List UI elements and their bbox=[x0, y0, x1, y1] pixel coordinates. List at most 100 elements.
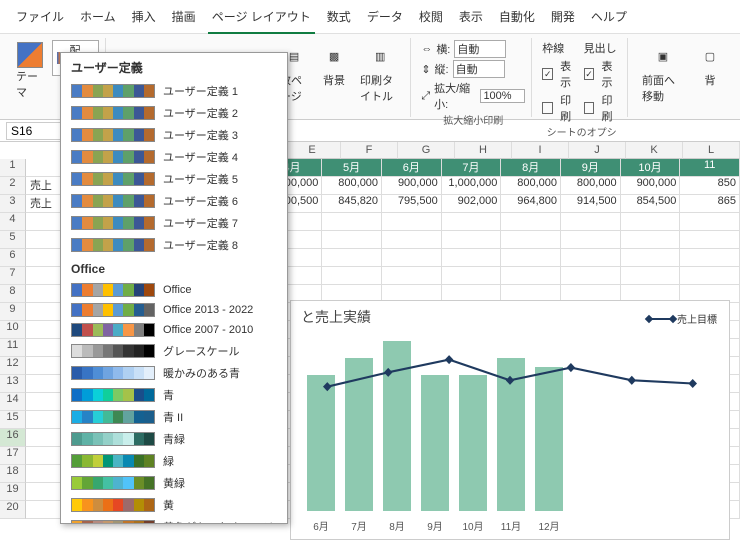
row-header-4[interactable]: 4 bbox=[0, 213, 26, 231]
office-color-item[interactable]: 黄 bbox=[61, 494, 287, 516]
user-color-item[interactable]: ユーザー定義 1 bbox=[61, 80, 287, 102]
menu-描画[interactable]: 描画 bbox=[164, 4, 204, 29]
row-header-7[interactable]: 7 bbox=[0, 267, 26, 285]
office-color-item[interactable]: Office 2013 - 2022 bbox=[61, 300, 287, 320]
row-header-6[interactable]: 6 bbox=[0, 249, 26, 267]
user-color-item[interactable]: ユーザー定義 6 bbox=[61, 190, 287, 212]
menu-ヘルプ[interactable]: ヘルプ bbox=[583, 4, 635, 29]
cell[interactable]: 8月 bbox=[501, 159, 561, 177]
color-swatch-strip bbox=[71, 323, 155, 337]
menu-数式[interactable]: 数式 bbox=[319, 4, 359, 29]
user-color-item[interactable]: ユーザー定義 8 bbox=[61, 234, 287, 256]
col-header-I[interactable]: I bbox=[512, 142, 569, 159]
cell[interactable]: 900,000 bbox=[621, 177, 681, 195]
row-header-20[interactable]: 20 bbox=[0, 501, 26, 519]
user-color-item[interactable]: ユーザー定義 5 bbox=[61, 168, 287, 190]
office-color-item[interactable]: グレースケール bbox=[61, 340, 287, 362]
office-color-item[interactable]: 黄緑 bbox=[61, 472, 287, 494]
col-header-E[interactable]: E bbox=[284, 142, 341, 159]
row-header-5[interactable]: 5 bbox=[0, 231, 26, 249]
menu-挿入[interactable]: 挿入 bbox=[124, 4, 164, 29]
row-header-17[interactable]: 17 bbox=[0, 447, 26, 465]
office-color-item[interactable]: 青 bbox=[61, 384, 287, 406]
cell[interactable]: 800,000 bbox=[561, 177, 621, 195]
cell[interactable]: 854,500 bbox=[621, 195, 681, 213]
cell[interactable]: 900,000 bbox=[382, 177, 442, 195]
cell[interactable]: 845,820 bbox=[322, 195, 382, 213]
cell[interactable]: 5月 bbox=[322, 159, 382, 177]
cell[interactable]: 850 bbox=[680, 177, 740, 195]
row-header-15[interactable]: 15 bbox=[0, 411, 26, 429]
row-header-13[interactable]: 13 bbox=[0, 375, 26, 393]
menu-データ[interactable]: データ bbox=[359, 4, 411, 29]
width-select[interactable]: 自動 bbox=[454, 40, 506, 58]
menu-開発[interactable]: 開発 bbox=[543, 4, 583, 29]
cell[interactable]: 9月 bbox=[561, 159, 621, 177]
chart-x-label: 11月 bbox=[497, 518, 525, 533]
cell[interactable]: 11 bbox=[680, 159, 740, 177]
cell[interactable]: 7月 bbox=[442, 159, 502, 177]
color-scheme-label: ユーザー定義 5 bbox=[163, 171, 277, 187]
office-color-item[interactable]: 黄色がかったオレンジ bbox=[61, 516, 287, 523]
send-back-button[interactable]: ▢背 bbox=[692, 40, 728, 90]
themes-button[interactable]: テーマ bbox=[12, 40, 48, 102]
cell[interactable]: 902,000 bbox=[442, 195, 502, 213]
office-color-item[interactable]: 暖かみのある青 bbox=[61, 362, 287, 384]
cell[interactable]: 800,000 bbox=[501, 177, 561, 195]
scale-input[interactable]: 100% bbox=[480, 89, 525, 103]
col-header-G[interactable]: G bbox=[398, 142, 455, 159]
row-header-3[interactable]: 3 bbox=[0, 195, 26, 213]
embedded-chart[interactable]: と売上実績 売上目標 6月7月8月9月10月11月12月 bbox=[290, 300, 730, 540]
office-color-item[interactable]: 青 II bbox=[61, 406, 287, 428]
row-header-19[interactable]: 19 bbox=[0, 483, 26, 501]
col-header-J[interactable]: J bbox=[569, 142, 626, 159]
row-header-12[interactable]: 12 bbox=[0, 357, 26, 375]
cell[interactable]: 800,000 bbox=[322, 177, 382, 195]
headings-print-checkbox[interactable] bbox=[584, 102, 595, 114]
menu-ファイル[interactable]: ファイル bbox=[8, 4, 72, 29]
office-color-item[interactable]: 緑 bbox=[61, 450, 287, 472]
gridlines-print-checkbox[interactable] bbox=[542, 102, 553, 114]
user-color-item[interactable]: ユーザー定義 2 bbox=[61, 102, 287, 124]
user-color-item[interactable]: ユーザー定義 7 bbox=[61, 212, 287, 234]
user-color-item[interactable]: ユーザー定義 3 bbox=[61, 124, 287, 146]
row-header-2[interactable]: 2 bbox=[0, 177, 26, 195]
print-titles-button[interactable]: ▥印刷タイトル bbox=[356, 40, 404, 106]
col-header-H[interactable]: H bbox=[455, 142, 512, 159]
color-swatch-strip bbox=[71, 432, 155, 446]
cell[interactable]: 795,500 bbox=[382, 195, 442, 213]
background-button[interactable]: ▩背景 bbox=[316, 40, 352, 90]
color-scheme-label: ユーザー定義 8 bbox=[163, 237, 277, 253]
menu-ホーム[interactable]: ホーム bbox=[72, 4, 124, 29]
row-header-9[interactable]: 9 bbox=[0, 303, 26, 321]
row-header-16[interactable]: 16 bbox=[0, 429, 26, 447]
menu-ページ レイアウト[interactable]: ページ レイアウト bbox=[204, 4, 319, 29]
cell[interactable]: 865 bbox=[680, 195, 740, 213]
height-select[interactable]: 自動 bbox=[453, 60, 505, 78]
cell[interactable]: 1,000,000 bbox=[442, 177, 502, 195]
user-color-item[interactable]: ユーザー定義 4 bbox=[61, 146, 287, 168]
menu-表示[interactable]: 表示 bbox=[451, 4, 491, 29]
col-header-K[interactable]: K bbox=[626, 142, 683, 159]
row-header-1[interactable]: 1 bbox=[0, 159, 26, 177]
col-header-F[interactable]: F bbox=[341, 142, 398, 159]
office-color-item[interactable]: 青緑 bbox=[61, 428, 287, 450]
cell[interactable]: 914,500 bbox=[561, 195, 621, 213]
color-swatch-strip bbox=[71, 128, 155, 142]
bring-forward-button[interactable]: ▣前面へ移動 bbox=[638, 40, 688, 106]
row-header-11[interactable]: 11 bbox=[0, 339, 26, 357]
office-color-item[interactable]: Office 2007 - 2010 bbox=[61, 320, 287, 340]
cell[interactable]: 6月 bbox=[382, 159, 442, 177]
cell[interactable]: 10月 bbox=[621, 159, 681, 177]
row-header-10[interactable]: 10 bbox=[0, 321, 26, 339]
row-header-14[interactable]: 14 bbox=[0, 393, 26, 411]
row-header-8[interactable]: 8 bbox=[0, 285, 26, 303]
menu-自動化[interactable]: 自動化 bbox=[491, 4, 543, 29]
menu-校閲[interactable]: 校閲 bbox=[411, 4, 451, 29]
col-header-L[interactable]: L bbox=[683, 142, 740, 159]
gridlines-view-checkbox[interactable]: ✓ bbox=[542, 68, 553, 80]
office-color-item[interactable]: Office bbox=[61, 280, 287, 300]
cell[interactable]: 964,800 bbox=[501, 195, 561, 213]
headings-view-checkbox[interactable]: ✓ bbox=[584, 68, 595, 80]
row-header-18[interactable]: 18 bbox=[0, 465, 26, 483]
